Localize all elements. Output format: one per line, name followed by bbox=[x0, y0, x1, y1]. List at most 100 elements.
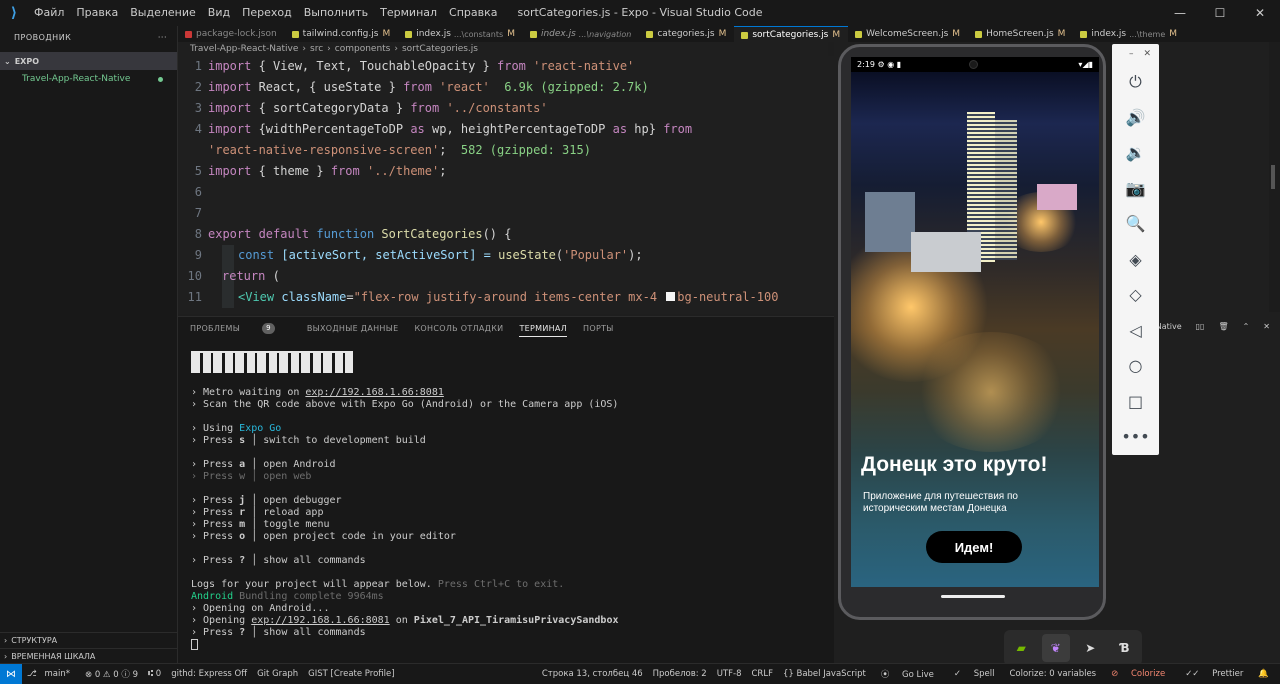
tab-problems[interactable]: ПРОБЛЕМЫ 9 bbox=[190, 322, 291, 334]
explorer-more-button[interactable]: ··· bbox=[158, 33, 167, 42]
go-live-button[interactable]: ⦿ Go Live bbox=[876, 668, 939, 680]
volume-up-icon[interactable]: 🔊 bbox=[1112, 100, 1159, 136]
menu-run[interactable]: Выполнить bbox=[298, 0, 374, 26]
menu-go[interactable]: Переход bbox=[236, 0, 298, 26]
code-line: 10 return ( bbox=[178, 266, 834, 287]
line-number: 10 bbox=[187, 269, 202, 283]
spell-button[interactable]: ✓ Spell bbox=[949, 669, 1000, 679]
tab-ports[interactable]: ПОРТЫ bbox=[583, 324, 614, 333]
forbidden-icon: ⊘ bbox=[1111, 669, 1121, 679]
line-number: 8 bbox=[194, 227, 202, 241]
go-button[interactable]: Идем! bbox=[926, 531, 1022, 563]
close-button[interactable]: ✕ bbox=[1240, 0, 1280, 26]
tab-home-screen[interactable]: HomeScreen.js M bbox=[968, 26, 1073, 42]
app-b-icon[interactable]: Ɓ bbox=[1111, 634, 1139, 662]
back-icon[interactable]: ◁ bbox=[1112, 313, 1159, 349]
tab-output[interactable]: ВЫХОДНЫЕ ДАННЫЕ bbox=[307, 324, 399, 333]
tab-debug-console[interactable]: КОНСОЛЬ ОТЛАДКИ bbox=[414, 324, 503, 333]
project-folder[interactable]: Travel-App-React-Native bbox=[0, 70, 177, 88]
menu-help[interactable]: Справка bbox=[443, 0, 503, 26]
cursor-position[interactable]: Строка 13, столбец 46 bbox=[542, 669, 643, 679]
phone-screen[interactable]: 2:19 ⚙ ◉ ▮ ▾◢▮ Донецк это круто! Приложе… bbox=[851, 57, 1099, 587]
explorer-sidebar: ПРОВОДНИК ··· ⌄ EXPO Travel-App-React-Na… bbox=[0, 26, 178, 663]
indentation[interactable]: Пробелов: 2 bbox=[653, 669, 707, 679]
menu-selection[interactable]: Выделение bbox=[124, 0, 202, 26]
volume-down-icon[interactable]: 🔉 bbox=[1112, 135, 1159, 171]
chevron-up-icon[interactable]: ⌃ bbox=[1243, 322, 1250, 331]
gist-button[interactable]: GIST [Create Profile] bbox=[308, 669, 394, 679]
tab-sort-categories[interactable]: sortCategories.js M bbox=[734, 26, 849, 42]
telegram-icon[interactable]: ➤ bbox=[1076, 634, 1104, 662]
camera-icon[interactable]: 📷 bbox=[1112, 171, 1159, 207]
terminal-prompt[interactable] bbox=[191, 639, 831, 651]
metro-url-link[interactable]: exp://192.168.1.66:8081 bbox=[251, 615, 389, 626]
tab-label: HomeScreen.js bbox=[986, 29, 1054, 39]
code-editor[interactable]: 1 import { View, Text, TouchableOpacity }… bbox=[178, 56, 834, 314]
tab-terminal[interactable]: ТЕРМИНАЛ bbox=[519, 320, 568, 337]
lit-building bbox=[1037, 184, 1077, 210]
colorize-variables[interactable]: Colorize: 0 variables bbox=[1009, 669, 1096, 679]
tab-label: sortCategories.js bbox=[752, 29, 829, 40]
emulator-close-button[interactable]: ✕ bbox=[1143, 49, 1151, 59]
token: from bbox=[663, 122, 693, 136]
breadcrumb-src[interactable]: src bbox=[310, 44, 323, 54]
breadcrumb-components[interactable]: components bbox=[335, 44, 391, 54]
overview-icon[interactable]: □ bbox=[1112, 384, 1159, 420]
maximize-button[interactable]: ☐ bbox=[1200, 0, 1240, 26]
rotate-right-icon[interactable]: ◇ bbox=[1112, 277, 1159, 313]
notifications-icon[interactable]: 🔔 bbox=[1258, 669, 1269, 679]
branch-indicator[interactable]: ⎇ main* bbox=[27, 669, 75, 679]
prettier-button[interactable]: ✓✓ Prettier bbox=[1180, 669, 1248, 679]
tab-index-theme[interactable]: index.js ...\theme M bbox=[1073, 26, 1185, 42]
power-icon[interactable]: ⏻ bbox=[1112, 64, 1159, 100]
close-icon[interactable]: ✕ bbox=[1263, 322, 1270, 331]
end-of-line[interactable]: CRLF bbox=[752, 669, 773, 679]
gesture-home-bar[interactable] bbox=[941, 595, 1005, 598]
menu-edit[interactable]: Правка bbox=[70, 0, 124, 26]
terminal-name[interactable]: Native bbox=[1156, 322, 1182, 331]
timeline-section[interactable]: › ВРЕМЕННАЯ ШКАЛА bbox=[0, 648, 178, 664]
problems-indicator[interactable]: ⊗ 0 ⚠ 0 ⓘ 9 bbox=[85, 668, 138, 680]
token: "flex-row justify-around items-center mx… bbox=[353, 290, 665, 304]
terminal-output[interactable]: › Metro waiting on exp://192.168.1.66:80… bbox=[191, 343, 831, 651]
breadcrumb-file[interactable]: sortCategories.js bbox=[402, 44, 478, 54]
split-icon[interactable]: ▯▯ bbox=[1196, 322, 1205, 331]
metro-url-link[interactable]: exp://192.168.1.66:8081 bbox=[305, 387, 443, 398]
git-graph-button[interactable]: Git Graph bbox=[257, 669, 298, 679]
ports-indicator[interactable]: ⑆ 0 bbox=[148, 669, 161, 679]
tab-categories[interactable]: categories.js M bbox=[639, 26, 734, 42]
tab-welcome-screen[interactable]: WelcomeScreen.js M bbox=[848, 26, 968, 42]
menu-file[interactable]: Файл bbox=[28, 0, 70, 26]
tab-package-lock[interactable]: package-lock.json bbox=[178, 26, 285, 42]
more-icon[interactable]: ••• bbox=[1112, 419, 1159, 455]
home-icon[interactable]: ○ bbox=[1112, 348, 1159, 384]
code-line: 7 bbox=[178, 203, 834, 224]
menu-view[interactable]: Вид bbox=[202, 0, 236, 26]
emulator-minimize-button[interactable]: – bbox=[1129, 49, 1134, 59]
breadcrumb-project[interactable]: Travel-App-React-Native bbox=[190, 44, 298, 54]
rotate-left-icon[interactable]: ◈ bbox=[1112, 242, 1159, 278]
token: className bbox=[274, 290, 347, 304]
minimize-button[interactable]: — bbox=[1160, 0, 1200, 26]
outline-section[interactable]: › СТРУКТУРА bbox=[0, 632, 178, 648]
colorize-button[interactable]: ⊘ Colorize bbox=[1106, 669, 1170, 679]
token: () { bbox=[482, 227, 512, 241]
modified-badge: M bbox=[507, 29, 515, 39]
token: function bbox=[309, 227, 375, 241]
token: 'Popular' bbox=[563, 248, 629, 262]
remote-icon[interactable]: ⋈ bbox=[0, 664, 22, 684]
tab-tailwind-config[interactable]: tailwind.config.js M bbox=[285, 26, 399, 42]
encoding[interactable]: UTF-8 bbox=[717, 669, 742, 679]
language-mode[interactable]: {} Babel JavaScript bbox=[783, 669, 866, 679]
signal-battery-icon: ▾◢▮ bbox=[1078, 60, 1093, 69]
feather-icon[interactable]: ❦ bbox=[1041, 634, 1070, 662]
tab-index-navigation[interactable]: index.js ...\navigation bbox=[523, 26, 639, 42]
zoom-icon[interactable]: 🔍 bbox=[1112, 206, 1159, 242]
nvidia-icon[interactable]: ▰ bbox=[1007, 634, 1035, 662]
trash-icon[interactable]: 🗑 bbox=[1218, 322, 1228, 331]
githd-indicator[interactable]: githd: Express Off bbox=[171, 669, 247, 679]
workspace-section[interactable]: ⌄ EXPO bbox=[0, 52, 177, 70]
tab-index-constants[interactable]: index.js ...\constants M bbox=[398, 26, 523, 42]
menu-terminal[interactable]: Терминал bbox=[374, 0, 443, 26]
scrollbar-thumb[interactable] bbox=[1271, 165, 1275, 189]
